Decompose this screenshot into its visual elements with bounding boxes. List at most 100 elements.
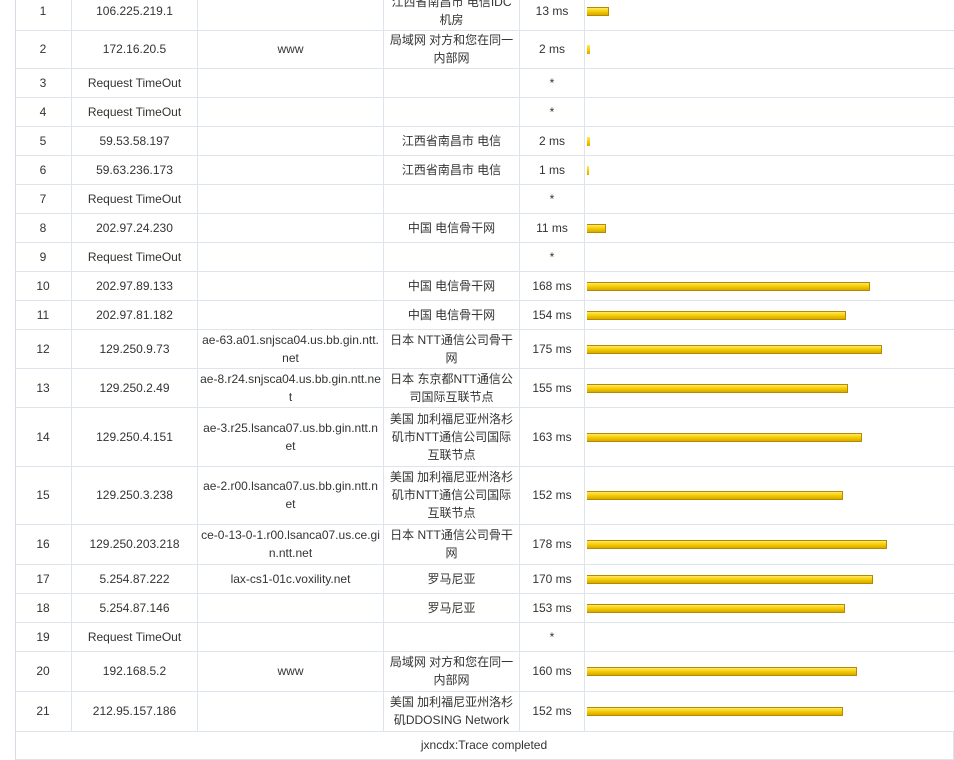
hop-number: 11: [15, 300, 72, 330]
hop-location: 日本 东京都NTT通信公司国际互联节点: [383, 368, 520, 408]
hop-latency: 1 ms: [519, 155, 585, 185]
hop-hostname: ae-2.r00.lsanca07.us.bb.gin.ntt.net: [197, 466, 384, 525]
hop-latency: 13 ms: [519, 0, 585, 31]
latency-bar: [587, 540, 887, 550]
hop-location: [383, 242, 520, 272]
hop-latency-bar-cell: [584, 593, 954, 623]
hop-row: 18 5.254.87.146 罗马尼亚 153 ms: [15, 593, 954, 623]
hop-number: 1: [15, 0, 72, 31]
hop-ip: 192.168.5.2: [71, 651, 198, 692]
hop-row: 12 129.250.9.73 ae-63.a01.snjsca04.us.bb.g…: [15, 329, 954, 369]
hop-number: 14: [15, 407, 72, 467]
hop-latency-bar-cell: [584, 68, 954, 98]
hop-latency-bar-cell: [584, 564, 954, 594]
hop-ip: 129.250.4.151: [71, 407, 198, 467]
hop-latency: 2 ms: [519, 126, 585, 156]
hop-row: 16 129.250.203.218 ce-0-13-0-1.r00.lsanca0…: [15, 524, 954, 565]
hop-row: 8 202.97.24.230 中国 电信骨干网 11 ms: [15, 213, 954, 243]
hop-number: 19: [15, 622, 72, 652]
latency-bar: [587, 603, 845, 613]
hop-latency-bar-cell: [584, 466, 954, 525]
hop-number: 7: [15, 184, 72, 214]
hop-latency: 152 ms: [519, 466, 585, 525]
hop-ip: 202.97.81.182: [71, 300, 198, 330]
latency-bar: [587, 667, 857, 677]
hop-latency-bar-cell: [584, 407, 954, 467]
hop-latency: 2 ms: [519, 30, 585, 69]
hop-latency-bar-cell: [584, 622, 954, 652]
hop-ip: 172.16.20.5: [71, 30, 198, 69]
hop-row: 4 Request TimeOut *: [15, 97, 954, 127]
hop-number: 10: [15, 271, 72, 301]
hop-latency-bar-cell: [584, 97, 954, 127]
hop-hostname: lax-cs1-01c.voxility.net: [197, 564, 384, 594]
hop-number: 6: [15, 155, 72, 185]
hop-location: [383, 184, 520, 214]
hop-ip: Request TimeOut: [71, 97, 198, 127]
hop-hostname: [197, 184, 384, 214]
latency-bar: [587, 136, 590, 146]
hop-location: 中国 电信骨干网: [383, 213, 520, 243]
hop-number: 16: [15, 524, 72, 565]
hop-latency: 178 ms: [519, 524, 585, 565]
hop-location: 中国 电信骨干网: [383, 271, 520, 301]
hop-number: 4: [15, 97, 72, 127]
hop-latency: 154 ms: [519, 300, 585, 330]
hop-ip: 5.254.87.146: [71, 593, 198, 623]
hop-latency-bar-cell: [584, 184, 954, 214]
hop-hostname: [197, 271, 384, 301]
hop-location: 局域网 对方和您在同一内部网: [383, 30, 520, 69]
hop-location: 中国 电信骨干网: [383, 300, 520, 330]
hop-ip: 59.53.58.197: [71, 126, 198, 156]
hop-hostname: [197, 242, 384, 272]
hop-hostname: [197, 97, 384, 127]
hop-latency: *: [519, 622, 585, 652]
hop-latency-bar-cell: [584, 271, 954, 301]
hop-row: 10 202.97.89.133 中国 电信骨干网 168 ms: [15, 271, 954, 301]
hop-number: 8: [15, 213, 72, 243]
hop-latency-bar-cell: [584, 368, 954, 408]
hop-ip: 129.250.3.238: [71, 466, 198, 525]
hop-latency: *: [519, 68, 585, 98]
hop-latency: 155 ms: [519, 368, 585, 408]
hop-hostname: [197, 155, 384, 185]
hop-latency-bar-cell: [584, 329, 954, 369]
hop-number: 13: [15, 368, 72, 408]
hop-ip: Request TimeOut: [71, 622, 198, 652]
hop-hostname: [197, 68, 384, 98]
hop-number: 9: [15, 242, 72, 272]
hop-location: 江西省南昌市 电信: [383, 155, 520, 185]
hop-latency: 153 ms: [519, 593, 585, 623]
latency-bar: [587, 432, 862, 442]
hop-hostname: [197, 0, 384, 31]
hop-hostname: www: [197, 30, 384, 69]
hop-latency: *: [519, 97, 585, 127]
hop-row: 5 59.53.58.197 江西省南昌市 电信 2 ms: [15, 126, 954, 156]
hop-latency: 170 ms: [519, 564, 585, 594]
hop-ip: Request TimeOut: [71, 184, 198, 214]
hop-number: 17: [15, 564, 72, 594]
traceroute-table: 1 106.225.219.1 江西省南昌市 电信IDC机房 13 ms 2 172.16…: [15, 0, 954, 760]
latency-bar: [587, 45, 590, 55]
hop-ip: 129.250.2.49: [71, 368, 198, 408]
hop-number: 21: [15, 691, 72, 732]
hop-latency: 11 ms: [519, 213, 585, 243]
hop-latency-bar-cell: [584, 213, 954, 243]
hop-location: 日本 NTT通信公司骨干网: [383, 329, 520, 369]
hop-row: 13 129.250.2.49 ae-8.r24.snjsca04.us.bb.gi…: [15, 368, 954, 408]
hop-location: 罗马尼亚: [383, 564, 520, 594]
hop-number: 5: [15, 126, 72, 156]
latency-bar: [587, 7, 609, 17]
hop-ip: 212.95.157.186: [71, 691, 198, 732]
hop-latency: *: [519, 184, 585, 214]
hop-hostname: [197, 593, 384, 623]
hop-latency-bar-cell: [584, 524, 954, 565]
hop-ip: 106.225.219.1: [71, 0, 198, 31]
hop-location: 罗马尼亚: [383, 593, 520, 623]
hop-latency: 163 ms: [519, 407, 585, 467]
latency-bar: [587, 574, 873, 584]
hop-ip: 202.97.89.133: [71, 271, 198, 301]
latency-bar: [587, 281, 870, 291]
hop-hostname: ae-8.r24.snjsca04.us.bb.gin.ntt.net: [197, 368, 384, 408]
hop-row: 6 59.63.236.173 江西省南昌市 电信 1 ms: [15, 155, 954, 185]
